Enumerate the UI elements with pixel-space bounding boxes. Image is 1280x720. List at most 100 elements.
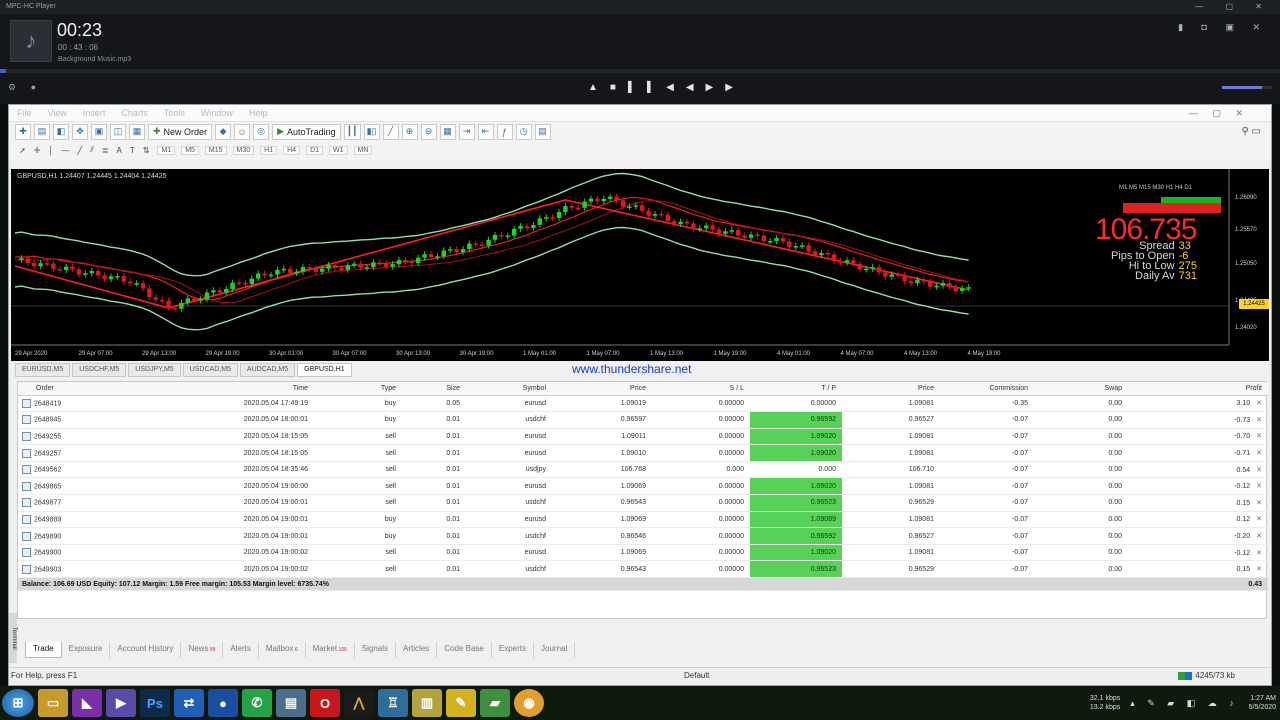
terminal-tab-experts[interactable]: Experts [492,642,534,658]
line-chart-icon[interactable]: ╱ [382,123,399,140]
close-icon[interactable]: ✕ [1250,417,1262,424]
timeframe-d1[interactable]: D1 [306,145,324,155]
notes-icon[interactable]: ✎ [446,689,476,717]
start-button[interactable]: ⊞ [2,689,34,717]
col-header[interactable]: Swap [1034,382,1128,396]
close-icon[interactable]: ✕ [1250,467,1262,474]
table-row[interactable]: 2649865 2020.05.04 19:00:00 sell 0.01 eurusd… [18,477,1268,496]
col-header[interactable]: T / P [750,382,842,396]
table-row[interactable]: 2648945 2020.05.04 18:00:01 buy 0.01 usdchf 0… [18,411,1268,429]
chart-tab-gbpusd[interactable]: GBPUSD,H1 [297,363,352,377]
photoshop-icon[interactable]: Ps [140,689,170,717]
timeframe-w1[interactable]: W1 [329,145,348,155]
menu-insert[interactable]: Insert [83,108,106,118]
channel-icon[interactable]: ⫽ [90,145,94,155]
whatsapp-icon[interactable]: ✆ [242,689,272,717]
zoom-in-icon[interactable]: ⊕ [401,123,418,140]
close-icon[interactable]: ✕ [1250,450,1262,457]
vertical-line-icon[interactable]: │ [48,146,53,155]
terminal-tab-account-history[interactable]: Account History [110,642,182,658]
bar-chart-icon[interactable]: ┃┃ [343,123,361,140]
player-control-3[interactable]: ◀◀ [666,82,705,93]
text-tool-icon[interactable]: A [117,146,122,155]
templates-icon[interactable]: ▤ [534,123,551,140]
menu-tools[interactable]: Tools [164,108,185,118]
teamviewer-icon[interactable]: ⇄ [174,689,204,717]
table-row[interactable]: 2649562 2020.05.04 18:35:46 sell 0.01 usdjpy… [18,461,1268,479]
terminal-tab-code-base[interactable]: Code Base [437,642,492,658]
navigator-icon[interactable]: ▣ [91,123,107,140]
player-control-1[interactable]: ■ [610,82,628,93]
col-header[interactable]: Symbol [466,382,552,396]
table-row[interactable]: 2649890 2020.05.04 19:00:01 buy 0.01 usdchf 0… [18,527,1268,545]
player-settings-icon[interactable]: ⚙ ● [8,82,42,93]
app-icon[interactable]: ▶ [106,689,136,717]
terminal-tab-mailbox[interactable]: Mailbox 6 [259,642,306,658]
autotrading-button[interactable]: ▶ AutoTrading [272,123,341,140]
periods-icon[interactable]: ◷ [515,123,532,140]
chrome-icon[interactable]: ◉ [514,689,544,717]
player-window-controls[interactable]: — ▢ ✕ [1195,0,1272,14]
close-icon[interactable]: ✕ [1250,400,1262,407]
mdi-window-controls[interactable]: — ▢ ✕ [1189,105,1249,121]
player-controls[interactable]: ▲■▌▌◀◀▶▶ [588,82,745,93]
chart-shift-icon[interactable]: ⇤ [477,123,494,140]
player-control-2[interactable]: ▌▌ [628,82,666,93]
table-row[interactable]: 2649877 2020.05.04 19:00:01 sell 0.01 usdchf… [18,494,1268,512]
search-icon[interactable]: ⚲ ▭ [1241,126,1261,137]
player-tool-icons[interactable]: ▮ ◘ ▣ ✕ [1178,22,1268,33]
col-header[interactable]: Order [18,382,138,396]
table-row[interactable]: 2649889 2020.05.04 19:00:01 buy 0.01 eurusd 1… [18,511,1268,529]
table-row[interactable]: 2649257 2020.05.04 18:15:05 sell 0.01 eurusd… [18,444,1268,462]
col-header[interactable]: S / L [652,382,750,396]
trendline-icon[interactable]: ╱ [77,146,82,155]
table-row[interactable]: 2648419 2020.05.04 17:49:19 buy 0.05 eurusd 1… [18,395,1268,413]
timeframe-mn[interactable]: MN [353,145,373,155]
col-header[interactable]: Price [842,382,940,396]
file-explorer-icon[interactable]: ▭ [38,689,68,717]
terminal-tab-journal[interactable]: Journal [534,642,576,658]
metatrader-icon[interactable]: ⋀ [344,689,374,717]
col-header[interactable]: Time [138,382,314,396]
timeframe-h4[interactable]: H4 [283,145,301,155]
app2-icon[interactable]: ▰ [480,689,510,717]
close-icon[interactable]: ✕ [1250,533,1262,540]
menu-window[interactable]: Window [201,108,233,118]
chart-tab-eurusd[interactable]: EURUSD,M5 [15,363,71,377]
visual-studio-icon[interactable]: ◣ [72,689,102,717]
indicators-icon[interactable]: ƒ [496,123,513,140]
fibonacci-icon[interactable]: ≣ [102,146,109,155]
new-chart-button[interactable]: ✚ [15,123,31,140]
close-icon[interactable]: ✕ [1250,483,1262,490]
horizontal-line-icon[interactable]: — [61,146,69,155]
network-icon[interactable]: ♖ [378,689,408,717]
timeframe-m5[interactable]: M5 [181,145,199,155]
metaeditor-icon[interactable]: ◆ [215,123,232,140]
tile-windows-icon[interactable]: ▦ [439,123,456,140]
table-row[interactable]: 2649255 2020.05.04 18:15:05 sell 0.01 eurusd… [18,428,1268,446]
terminal-tab-news[interactable]: News 99 [181,642,224,658]
crosshair-icon[interactable]: ✛ [34,146,41,155]
community-icon[interactable]: ◎ [253,123,270,140]
chart-tab-usdjpy[interactable]: USDJPY,M5 [128,363,181,377]
chart-tab-usdchf[interactable]: USDCHF,M5 [72,363,127,377]
terminal-tab-signals[interactable]: Signals [355,642,397,658]
close-icon[interactable]: ✕ [1250,500,1262,507]
col-header[interactable]: Commission [940,382,1034,396]
col-header[interactable]: Size [402,382,466,396]
table-row[interactable]: 2649900 2020.05.04 19:00:02 sell 0.01 eurusd… [18,544,1268,562]
arrows-icon[interactable]: ⇅ [143,146,150,155]
chart-tab-audcad[interactable]: AUDCAD,M5 [239,363,296,377]
autoscroll-icon[interactable]: ⇥ [458,123,475,140]
terminal-icon[interactable]: ◫ [110,123,126,140]
timeframe-m15[interactable]: M15 [204,145,227,155]
label-tool-icon[interactable]: T [130,146,135,155]
price-chart[interactable]: 1.26090 1.25570 1.25050 1.24425 1.24020 29 Ap… [11,169,1269,361]
terminal-tab-trade[interactable]: Trade [25,642,62,658]
candles-icon[interactable]: ▮▯ [363,123,380,140]
timeframe-m1[interactable]: M1 [157,145,176,155]
terminal-tab-market[interactable]: Market 106 [306,642,355,658]
timeframe-h1[interactable]: H1 [260,145,278,155]
network-app-icon[interactable]: ● [208,689,238,717]
cursor-icon[interactable]: ➚ [19,146,26,155]
